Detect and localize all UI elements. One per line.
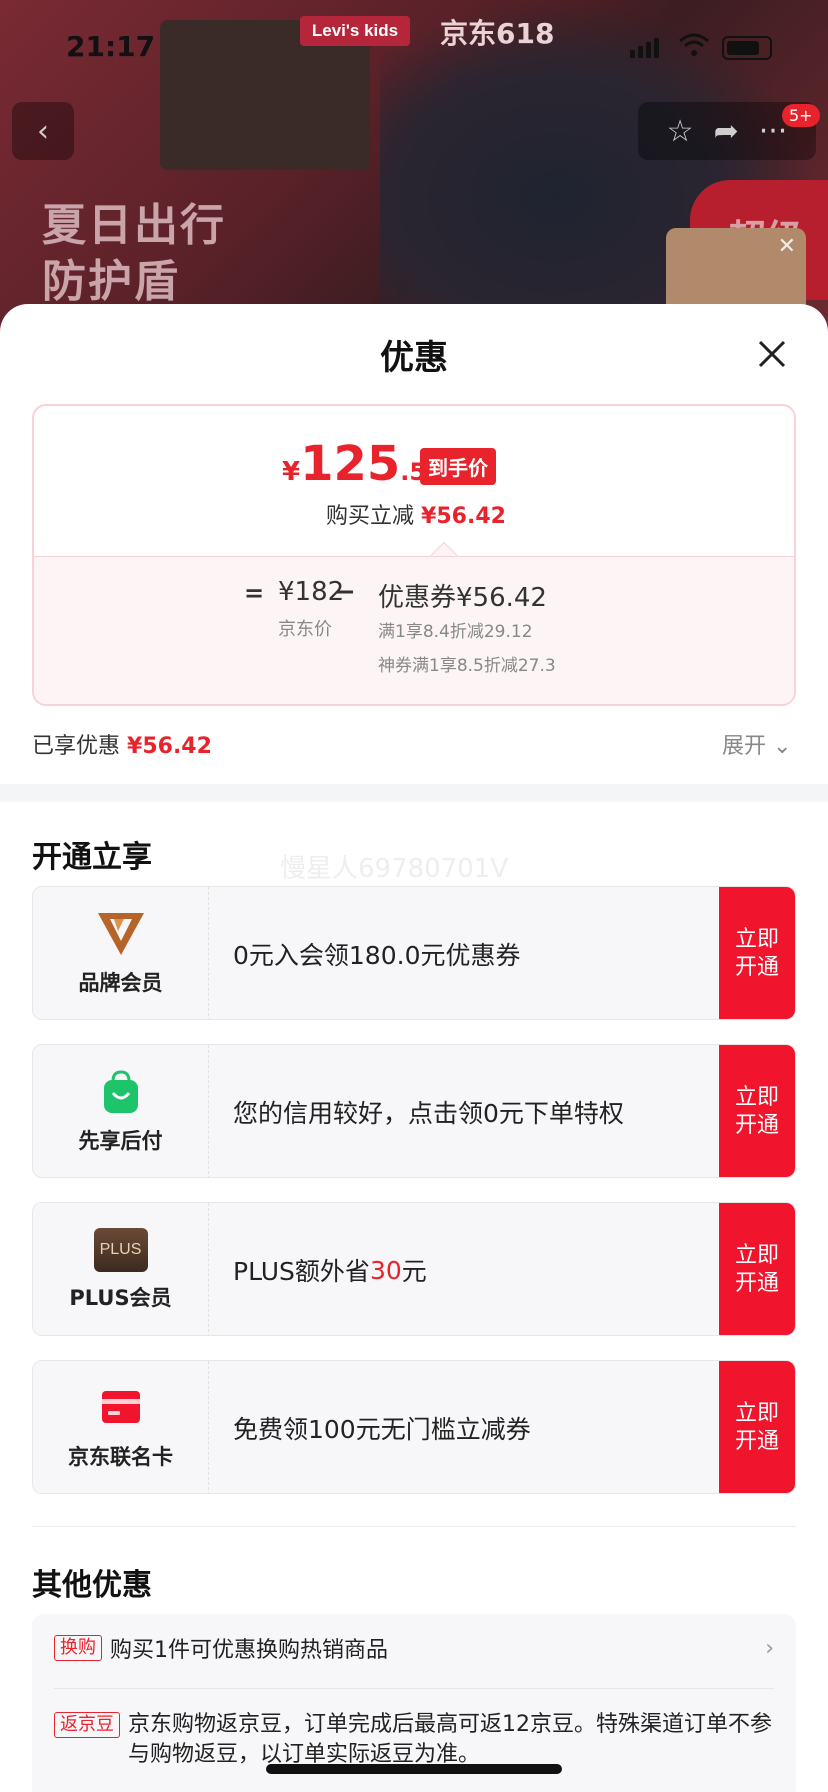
enjoyed-value: ¥56.42 — [127, 734, 212, 759]
wifi-icon — [679, 33, 709, 56]
brand-v-icon — [97, 913, 144, 955]
plus-icon: PLUS — [93, 1228, 148, 1272]
back-button[interactable]: ‹ — [12, 102, 74, 160]
price-breakdown: = ¥182 京东价 − 优惠券¥56.42 满1享8.4折减29.12 神券满… — [34, 556, 794, 704]
divider — [32, 1526, 796, 1527]
final-price: ¥125.58 — [282, 436, 443, 492]
desc-prefix: PLUS额外省 — [233, 1257, 370, 1286]
slogan-line2: 防护盾 — [42, 256, 180, 307]
expand-button[interactable]: 展开 ⌄ — [722, 728, 791, 760]
card-left: 京东联名卡 — [33, 1361, 209, 1493]
open-now-button[interactable]: 立即开通 — [719, 1045, 795, 1177]
price-summary: ¥125.58 到手价 购买立减 ¥56.42 = ¥182 京东价 − 优惠券… — [32, 404, 796, 706]
final-price-tag: 到手价 — [420, 448, 496, 485]
final-price-area: ¥125.58 到手价 购买立减 ¥56.42 — [34, 406, 794, 556]
card-label: 先享后付 — [78, 1129, 163, 1153]
pay-later-card: 先享后付 您的信用较好，点击领0元下单特权 立即开通 — [32, 1044, 796, 1178]
discount-sheet: 优惠 ¥125.58 到手价 购买立减 ¥56.42 = ¥182 京东价 − … — [0, 304, 828, 1792]
expand-label: 展开 — [722, 734, 767, 759]
card-label: 品牌会员 — [78, 971, 163, 995]
brand-member-card: 品牌会员 0元入会领180.0元优惠券 立即开通 — [32, 886, 796, 1020]
plus-icon-text: PLUS — [99, 1241, 142, 1258]
offer-tag: 返京豆 — [54, 1712, 120, 1738]
open-now-button[interactable]: 立即开通 — [719, 1203, 795, 1335]
open-now-button[interactable]: 立即开通 — [719, 1361, 795, 1493]
enjoyed-label: 已享优惠 — [32, 734, 121, 759]
price-integer: 125 — [300, 436, 401, 492]
star-icon[interactable]: ☆ — [667, 114, 694, 149]
instant-saving: 购买立减 ¥56.42 — [34, 498, 794, 530]
currency-symbol: ¥ — [282, 457, 301, 487]
offer-text: 购买1件可优惠换购热销商品 — [110, 1638, 388, 1663]
desc-amount: 30 — [369, 1255, 402, 1285]
close-icon[interactable]: ✕ — [778, 234, 796, 259]
divider — [54, 1688, 774, 1689]
coupon-amount: 优惠券¥56.42 — [378, 583, 547, 613]
minus-sign: − — [334, 577, 356, 607]
open-now-button[interactable]: 立即开通 — [719, 887, 795, 1019]
card-label: 京东联名卡 — [68, 1445, 173, 1469]
enjoyed-discount: 已享优惠 ¥56.42 — [32, 728, 212, 760]
chevron-right-icon: › — [765, 1636, 774, 1661]
list-item: 返京豆 京东购物返京豆，订单完成后最高可返12京豆。特殊渠道订单不参与购物返豆，… — [54, 1710, 774, 1770]
battery-icon — [722, 36, 772, 60]
share-icon[interactable]: ➦ — [714, 114, 739, 149]
card-left: PLUS PLUS会员 — [33, 1203, 209, 1335]
message-badge: 5+ — [782, 104, 820, 127]
section-divider — [0, 784, 828, 802]
offer-text: 京东购物返京豆，订单完成后最高可返12京豆。特殊渠道订单不参与购物返豆，以订单实… — [128, 1712, 772, 1767]
status-time: 21:17 — [66, 30, 156, 63]
chevron-down-icon: ⌄ — [773, 734, 792, 759]
card-desc: 免费领100元无门槛立减券 — [233, 1415, 531, 1444]
offer-tag: 换购 — [54, 1635, 102, 1661]
saving-label: 购买立减 — [326, 504, 415, 529]
saving-value: ¥56.42 — [421, 504, 506, 529]
credit-card-icon — [101, 1391, 140, 1423]
banner-slogan: 夏日出行 防护盾 — [42, 198, 226, 310]
card-desc: PLUS额外省 30 元 — [233, 1203, 427, 1335]
desc-suffix: 元 — [401, 1257, 427, 1286]
card-left: 品牌会员 — [33, 887, 209, 1019]
plus-member-card: PLUS PLUS会员 PLUS额外省 30 元 立即开通 — [32, 1202, 796, 1336]
card-desc: 您的信用较好，点击领0元下单特权 — [233, 1099, 624, 1128]
signal-icon — [630, 36, 660, 58]
sheet-title: 优惠 — [380, 338, 448, 378]
coupon-detail-2: 神券满1享8.5折减27.3 — [378, 656, 556, 676]
status-bar: 21:17 — [0, 0, 828, 96]
chevron-left-icon: ‹ — [37, 113, 49, 149]
equals-sign: = — [244, 579, 265, 607]
card-left: 先享后付 — [33, 1045, 209, 1177]
close-icon[interactable] — [754, 336, 790, 372]
slogan-line1: 夏日出行 — [42, 200, 226, 251]
other-section-title: 其他优惠 — [32, 1568, 152, 1603]
card-label: PLUS会员 — [69, 1286, 172, 1310]
jd-price-label: 京东价 — [278, 619, 332, 640]
coupon-detail-1: 满1享8.4折减29.12 — [378, 622, 533, 642]
watermark: 慢星人69780701V — [280, 854, 509, 884]
card-desc: 0元入会领180.0元优惠券 — [233, 941, 521, 970]
shopping-bag-icon — [103, 1070, 138, 1113]
home-indicator — [266, 1764, 562, 1774]
open-section-title: 开通立享 — [32, 840, 152, 875]
co-brand-card: 京东联名卡 免费领100元无门槛立减券 立即开通 — [32, 1360, 796, 1494]
list-item[interactable]: 换购 购买1件可优惠换购热销商品 › — [54, 1632, 774, 1664]
